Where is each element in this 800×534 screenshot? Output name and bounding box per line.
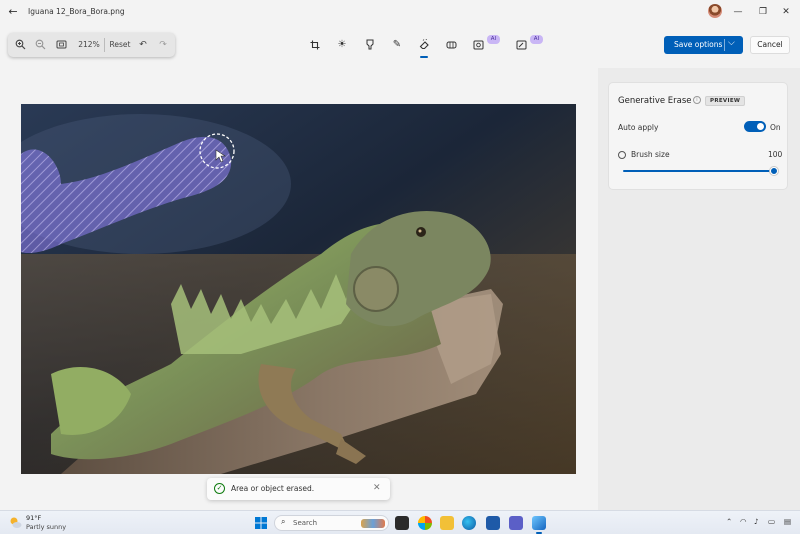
panel-title: Generative Erase [618, 96, 692, 106]
fit-to-window-icon[interactable] [54, 37, 68, 53]
brush-size-icon [618, 151, 626, 159]
chevron-up-icon[interactable]: ⌃ [726, 517, 732, 526]
wifi-icon[interactable]: ◠ [740, 517, 747, 526]
weather-description[interactable]: Partly sunny [26, 523, 66, 531]
edit-toolbar: 212% Reset ↶ ↷ ☀ ✎ AI AI Save options ⌵ … [0, 24, 800, 68]
brush-size-slider[interactable] [623, 170, 777, 172]
iguana-photo [21, 104, 576, 474]
partly-sunny-icon[interactable] [9, 516, 22, 529]
brush-size-value: 100 [768, 150, 783, 159]
copilot-icon[interactable] [418, 516, 432, 530]
zoom-out-icon[interactable] [33, 37, 47, 53]
toast-message: Area or object erased. [231, 484, 315, 493]
cancel-button[interactable]: Cancel [750, 36, 790, 54]
store-icon[interactable] [486, 516, 500, 530]
taskbar: 91°F Partly sunny ⌕ Search ⌃ ◠ ♪ ▭ ▤ [0, 510, 800, 534]
ai-badge: AI [530, 35, 543, 44]
erase-toast: ✓ Area or object erased. ✕ [207, 478, 390, 500]
divider [724, 39, 725, 51]
search-placeholder: Search [293, 519, 318, 527]
teams-icon[interactable] [509, 516, 523, 530]
close-button[interactable]: ✕ [776, 4, 796, 20]
bandage-icon[interactable] [443, 38, 459, 52]
ai-edit-icon[interactable] [513, 38, 529, 52]
window-title: Iguana 12_Bora_Bora.png [28, 7, 125, 16]
brightness-icon[interactable]: ☀ [334, 38, 350, 52]
ai-badge: AI [487, 35, 500, 44]
search-icon: ⌕ [281, 517, 286, 526]
search-highlight-icon [361, 519, 385, 528]
notification-icon[interactable]: ▤ [784, 517, 791, 526]
photo-preview[interactable] [21, 104, 576, 474]
background-icon[interactable] [470, 38, 486, 52]
zoom-controls: 212% Reset ↶ ↷ [8, 33, 175, 57]
taskbar-search[interactable]: ⌕ Search [274, 515, 389, 531]
reset-button[interactable]: Reset [109, 37, 131, 53]
restore-button[interactable]: ❐ [753, 4, 773, 20]
slider-thumb[interactable] [770, 167, 778, 175]
minimize-button[interactable]: — [728, 4, 748, 20]
auto-apply-label: Auto apply [618, 123, 659, 132]
chevron-down-icon[interactable]: ⌵ [728, 38, 735, 48]
save-options-button[interactable]: Save options ⌵ [664, 36, 743, 54]
brush-size-label: Brush size [631, 150, 670, 159]
photos-app-icon[interactable] [532, 516, 546, 534]
close-icon[interactable]: ✕ [373, 483, 381, 493]
undo-icon[interactable]: ↶ [136, 37, 150, 53]
windows-start-icon[interactable] [254, 516, 268, 530]
save-options-label: Save options [674, 40, 723, 49]
preview-badge: PREVIEW [705, 96, 746, 106]
weather-temperature[interactable]: 91°F [26, 514, 41, 522]
crop-icon[interactable] [307, 38, 323, 52]
zoom-in-icon[interactable] [13, 37, 27, 53]
generative-erase-card: Generative Erase i PREVIEW Auto apply On… [608, 82, 788, 190]
redo-icon[interactable]: ↷ [156, 37, 170, 53]
zoom-level[interactable]: 212% [76, 37, 102, 53]
auto-apply-toggle[interactable] [744, 121, 766, 132]
pen-icon[interactable]: ✎ [389, 38, 405, 52]
auto-apply-state: On [770, 123, 781, 132]
task-view-icon[interactable] [395, 516, 409, 530]
divider [104, 38, 105, 52]
title-bar: ← Iguana 12_Bora_Bora.png — ❐ ✕ [0, 0, 800, 24]
battery-icon[interactable]: ▭ [768, 517, 775, 526]
image-canvas: ✓ Area or object erased. ✕ [0, 68, 598, 510]
file-explorer-icon[interactable] [440, 516, 454, 530]
checkmark-icon: ✓ [214, 483, 225, 494]
info-icon[interactable]: i [693, 96, 701, 104]
eraser-icon[interactable] [416, 38, 432, 58]
side-panel: Generative Erase i PREVIEW Auto apply On… [598, 68, 800, 510]
back-button[interactable]: ← [6, 5, 20, 19]
edge-browser-icon[interactable] [462, 516, 476, 530]
filter-icon[interactable] [362, 38, 378, 52]
volume-icon[interactable]: ♪ [754, 517, 759, 526]
user-avatar[interactable] [708, 4, 722, 18]
